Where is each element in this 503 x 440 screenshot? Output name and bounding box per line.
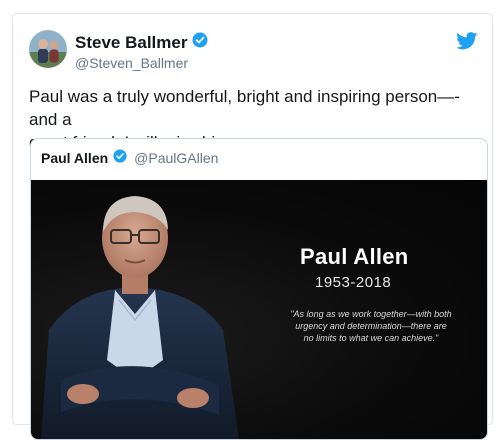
quoted-tweet[interactable]: Paul Allen @PaulGAllen Paul Allen 1953-2…: [30, 138, 488, 440]
memorial-years: 1953-2018: [315, 274, 392, 291]
quoted-tweet-header: Paul Allen @PaulGAllen: [41, 149, 218, 166]
memorial-quote: "As long as we work together—with both u…: [257, 308, 485, 344]
author-name-text[interactable]: Steve Ballmer: [75, 33, 187, 53]
memorial-quote-line-1: "As long as we work together—with both: [290, 309, 452, 319]
quoted-author-name[interactable]: Paul Allen: [41, 150, 108, 166]
author-name[interactable]: Steve Ballmer: [75, 32, 208, 53]
author-handle[interactable]: @Steven_Ballmer: [75, 55, 188, 71]
memorial-quote-line-2: urgency and determination—there are: [295, 321, 447, 331]
tribute-image[interactable]: Paul Allen 1953-2018 "As long as we work…: [31, 180, 487, 439]
portrait-photo: [41, 196, 239, 439]
tweet-card: Steve Ballmer @Steven_Ballmer Paul was a…: [12, 13, 493, 440]
memorial-name: Paul Allen: [300, 244, 409, 269]
avatar[interactable]: [29, 30, 67, 68]
tweet-text-line-1: Paul was a truly wonderful, bright and i…: [29, 87, 460, 129]
twitter-bird-icon[interactable]: [456, 32, 478, 55]
memorial-quote-line-3: no limits to what we can achieve.": [303, 333, 439, 343]
verified-icon: [192, 32, 208, 53]
quoted-author-handle[interactable]: @PaulGAllen: [134, 150, 218, 166]
verified-icon: [113, 149, 127, 166]
